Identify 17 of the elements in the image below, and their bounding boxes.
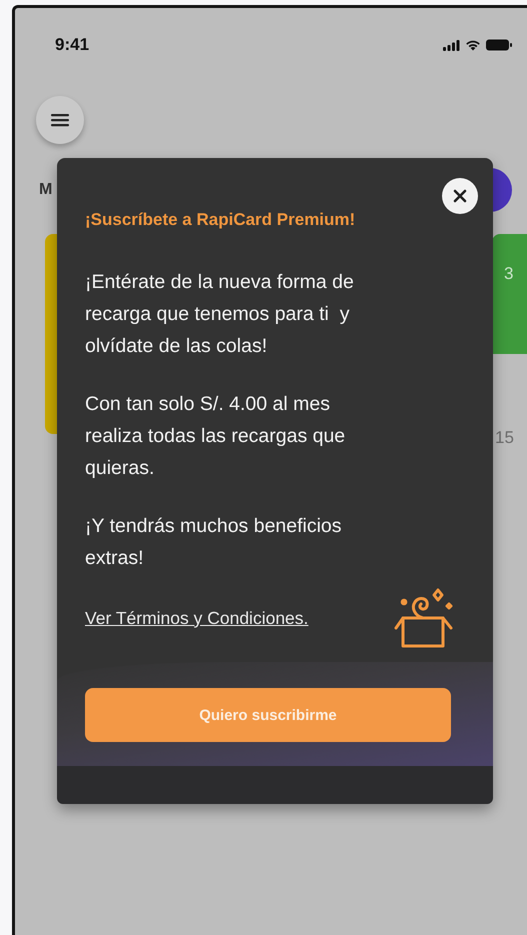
battery-icon — [486, 39, 512, 51]
wifi-icon — [465, 39, 481, 51]
dialog-title: ¡Suscríbete a RapiCard Premium! — [85, 210, 356, 230]
status-time: 9:41 — [55, 35, 90, 55]
terms-link[interactable]: Ver Términos y Condiciones. — [85, 608, 308, 628]
card-number: 3 — [504, 264, 514, 283]
dialog-paragraph: ¡Entérate de la nueva forma de recarga que tenemos para ti y olvídate de las colas! — [85, 270, 355, 359]
menu-icon — [51, 113, 69, 127]
close-button[interactable] — [442, 178, 478, 214]
gift-box-icon — [393, 586, 455, 650]
card-amount: 15 — [495, 428, 514, 448]
dialog-paragraph: ¡Y tendrás muchos beneficios extras! — [85, 514, 343, 571]
section-heading: M — [39, 181, 52, 199]
close-icon — [453, 189, 467, 203]
signal-icon — [443, 40, 460, 50]
menu-button[interactable] — [36, 96, 84, 144]
dialog-paragraph: Con tan solo S/. 4.00 al mes realiza todas las recargas que quieras. — [85, 392, 346, 481]
